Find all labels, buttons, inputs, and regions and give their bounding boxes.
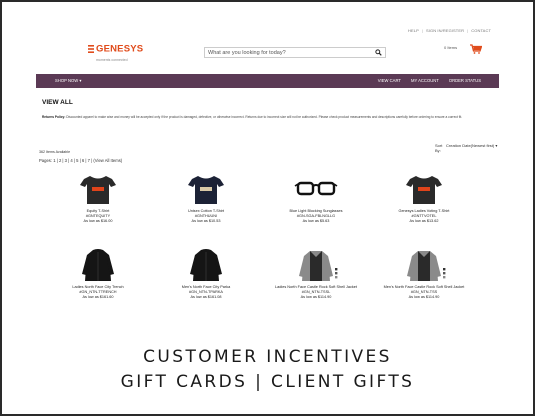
search-placeholder: What are you looking for today?: [208, 50, 286, 56]
logo-tagline: moments connected: [96, 58, 128, 62]
sort-label: Sort By:: [435, 143, 443, 153]
my-account-link[interactable]: MY ACCOUNT: [411, 78, 439, 83]
cart-count: 0 Items: [444, 45, 458, 50]
logo-mark-icon: [88, 44, 94, 53]
tshirt-image[interactable]: [402, 172, 446, 206]
store-screenshot: HELP | SIGN IN/REGISTER | CONTACT GENESY…: [36, 22, 499, 327]
policy-label: Returns Policy:: [42, 115, 66, 119]
page-title: VIEW ALL: [42, 99, 73, 106]
product-card[interactable]: Men's North Face City Parka #GN_NTN-TPARK…: [156, 248, 256, 301]
divider: |: [467, 28, 469, 33]
tshirt-image[interactable]: [76, 172, 120, 206]
contact-link[interactable]: CONTACT: [471, 28, 491, 33]
shop-now-menu[interactable]: SHOP NOW ▾: [55, 78, 81, 83]
product-price: As low as $13.62: [409, 219, 439, 224]
sort-value: Creation Date(Newest first): [446, 143, 495, 148]
divider: |: [421, 28, 424, 33]
tshirt-image[interactable]: [184, 172, 228, 206]
view-cart-link[interactable]: VIEW CART: [378, 78, 401, 83]
product-price: As low as $114.90: [408, 295, 440, 300]
shop-now-label: SHOP NOW: [55, 78, 79, 83]
cart-icon[interactable]: [470, 44, 482, 54]
search-input[interactable]: What are you looking for today?: [204, 47, 386, 58]
product-price: As low as $161.60: [82, 295, 114, 300]
logo-name: GENESYS: [96, 43, 144, 55]
sort-select[interactable]: Creation Date(Newest first) ▾: [446, 143, 497, 148]
jacket-image[interactable]: [402, 248, 446, 282]
product-card[interactable]: Blue Light Blocking Sunglasses #GN-SGA-FB…: [266, 172, 366, 225]
product-card[interactable]: Genesys Ladies Voting T-Shirt #GNTTVOTEL A…: [374, 172, 474, 225]
nav-links: VIEW CART MY ACCOUNT ORDER STATUS: [378, 78, 481, 83]
product-price: As low as $16.00: [83, 219, 113, 224]
main-nav-bar: SHOP NOW ▾ VIEW CART MY ACCOUNT ORDER ST…: [36, 74, 499, 88]
jacket-image[interactable]: [184, 248, 228, 282]
product-price: As low as $10.53: [191, 219, 221, 224]
help-link[interactable]: HELP: [408, 28, 419, 33]
caption-line-2: GIFT CARDS | CLIENT GIFTS: [120, 372, 415, 392]
chevron-down-icon: ▾: [495, 143, 498, 148]
jacket-image[interactable]: [76, 248, 120, 282]
product-card[interactable]: Ladies North Face City Trench #GN_NTN-TTR…: [48, 248, 148, 301]
jacket-image[interactable]: [294, 248, 338, 282]
product-card[interactable]: Equity T-Shirt #GNTEQUITY As low as $16.00: [48, 172, 148, 225]
items-available: 362 Items Available: [39, 150, 71, 154]
returns-policy: Returns Policy: Discounted apparel to ma…: [42, 115, 482, 119]
policy-text: Discounted apparel to make wise and mone…: [66, 115, 463, 119]
product-price: As low as $161.08: [190, 295, 222, 300]
sunglasses-image[interactable]: [294, 172, 338, 206]
pagination[interactable]: Pages: 1 | 2 | 3 | 4 | 5 | 6 | 7 | (View…: [39, 158, 122, 163]
order-status-link[interactable]: ORDER STATUS: [449, 78, 481, 83]
sign-in-link[interactable]: SIGN IN/REGISTER: [426, 28, 464, 33]
caption-line-1: CUSTOMER INCENTIVES: [143, 347, 392, 367]
product-price: As low as $114.90: [300, 295, 332, 300]
utility-links: HELP | SIGN IN/REGISTER | CONTACT: [408, 28, 491, 33]
product-card[interactable]: Unisex Cotton T-Shirt #GNTHUUNI As low as …: [156, 172, 256, 225]
chevron-down-icon: ▾: [79, 78, 82, 83]
product-card[interactable]: Men's North Face Castle Rock Soft Shell …: [374, 248, 474, 301]
genesys-logo[interactable]: GENESYS moments connected: [88, 40, 146, 62]
search-icon[interactable]: [375, 49, 382, 56]
product-price: As low as $5.63: [302, 219, 330, 224]
product-card[interactable]: Ladies North Face Castle Rock Soft Shell…: [266, 248, 366, 301]
